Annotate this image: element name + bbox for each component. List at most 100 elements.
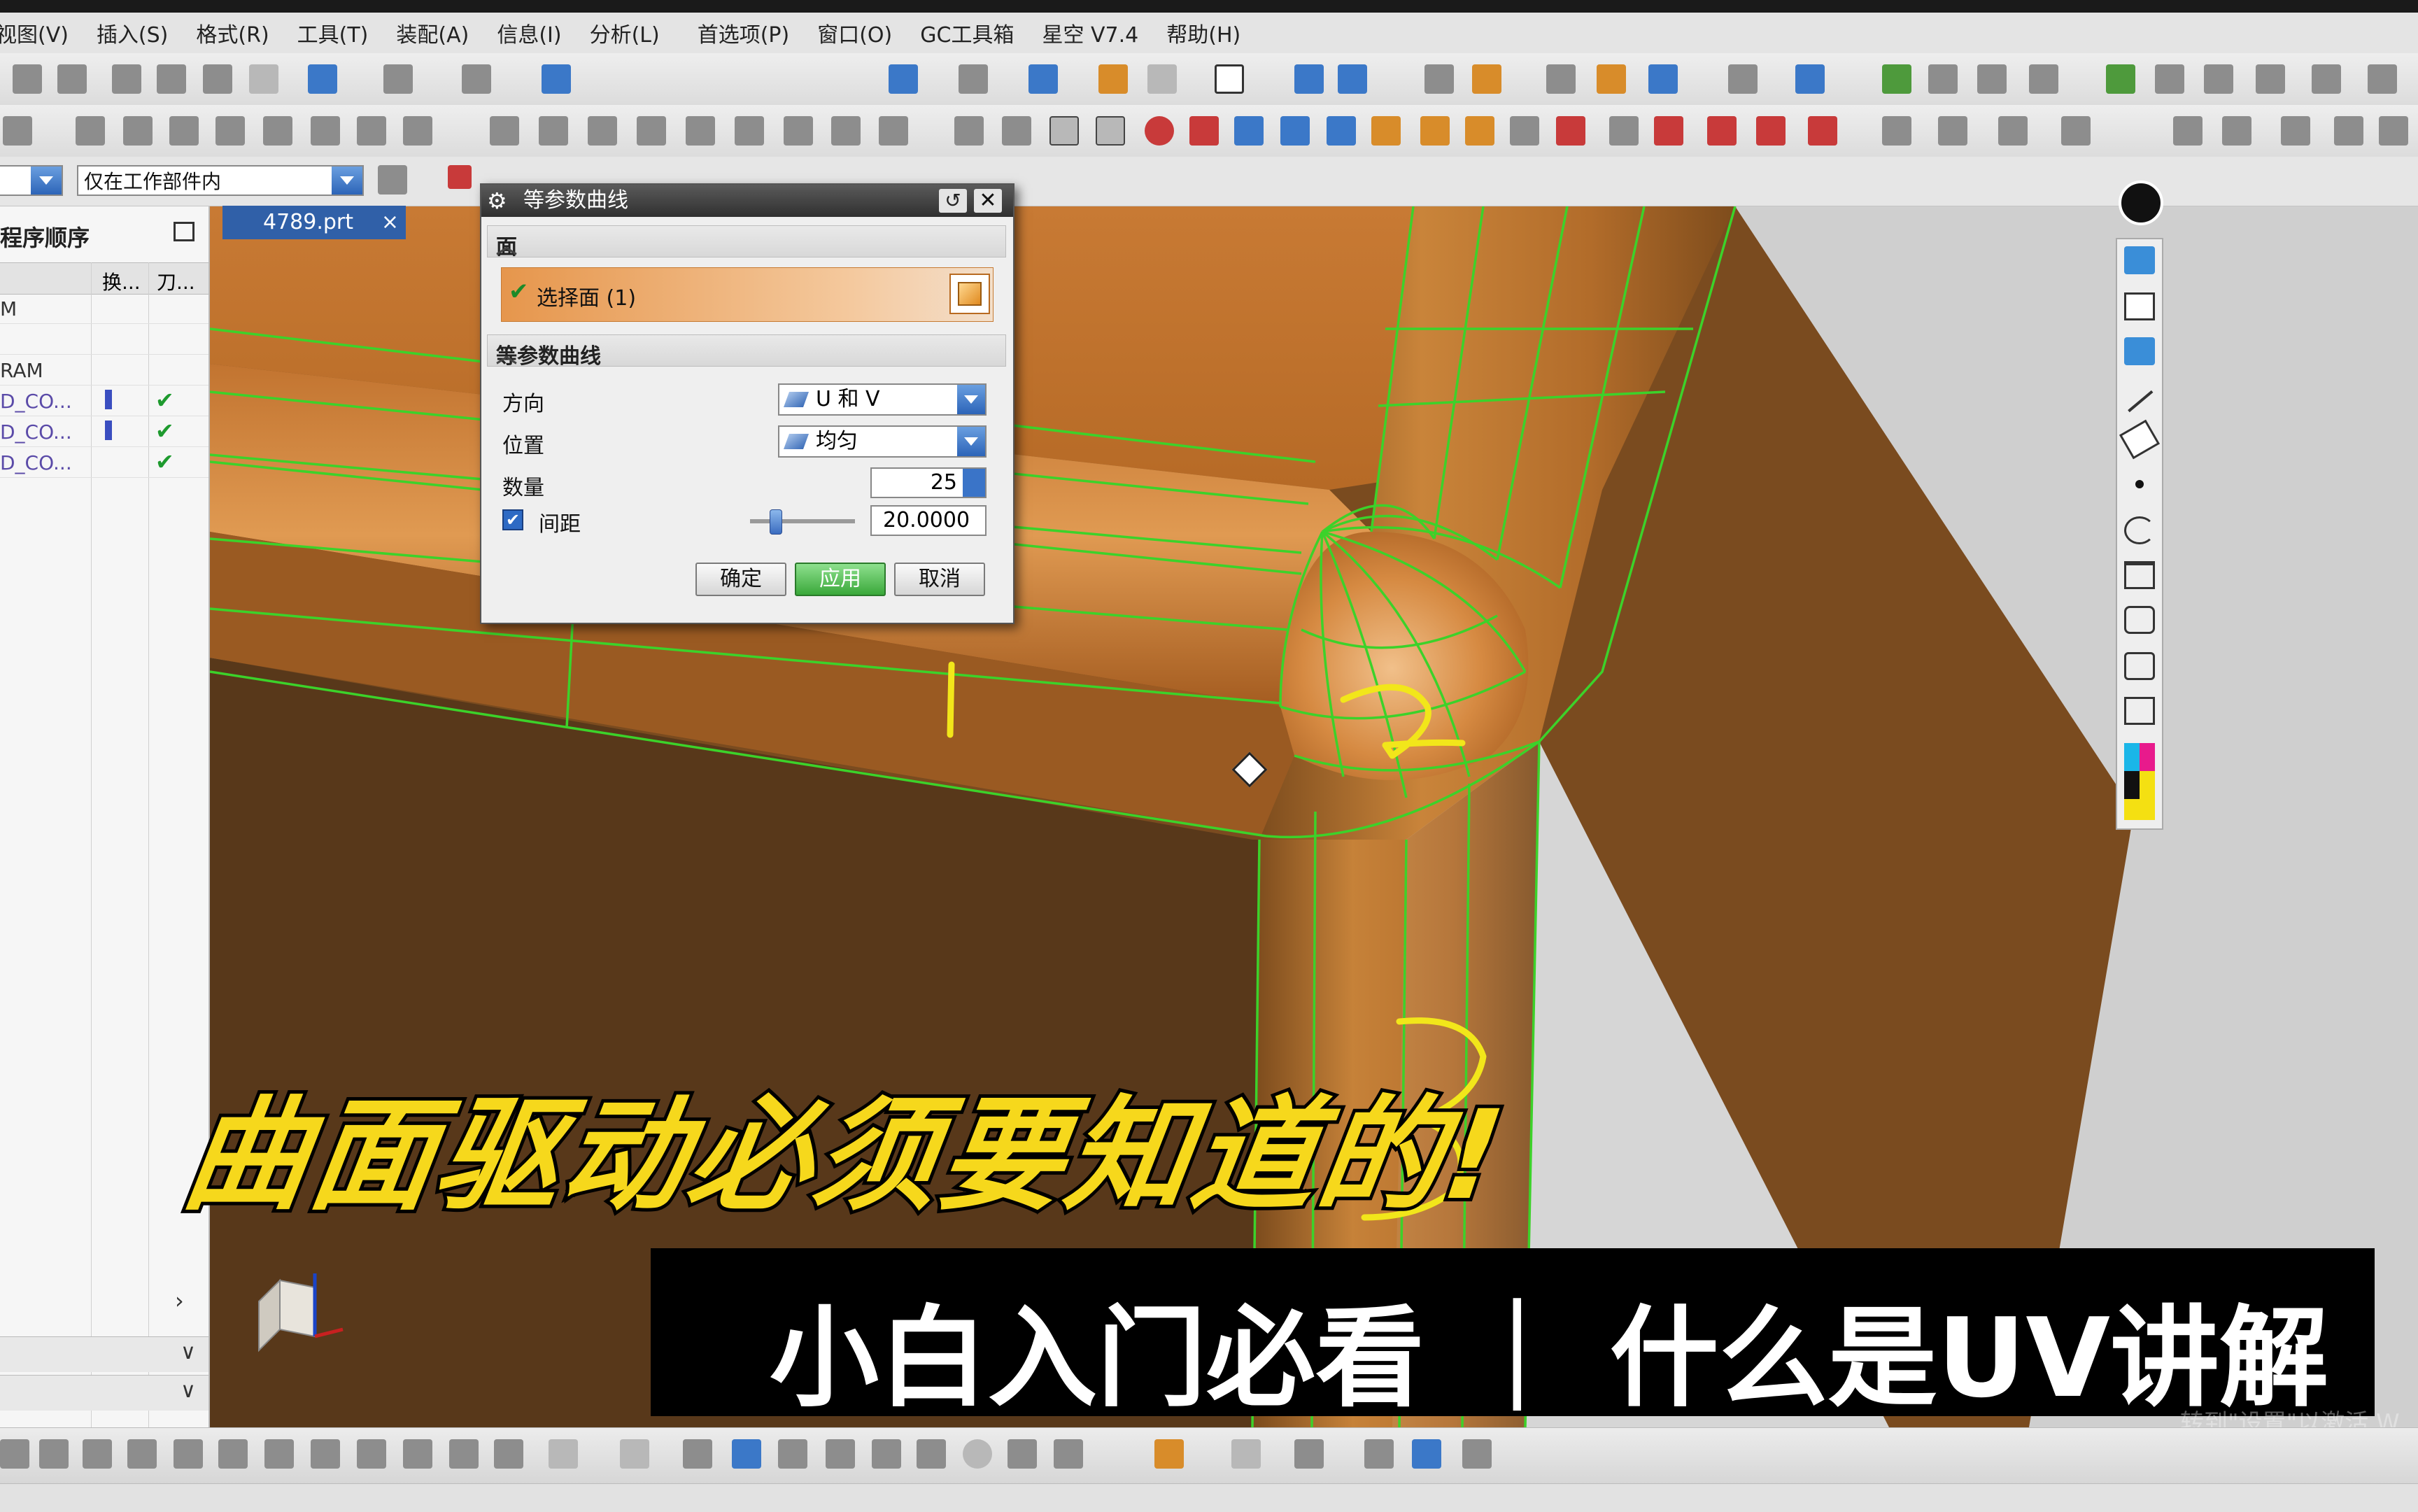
- pen-icon[interactable]: [2124, 337, 2155, 365]
- operation-icon[interactable]: [1928, 64, 1958, 94]
- chevron-right-icon[interactable]: ›: [175, 1287, 184, 1314]
- pocket-icon[interactable]: [263, 116, 292, 146]
- shop-doc-icon[interactable]: [2204, 64, 2233, 94]
- document-tab[interactable]: 4789.prt ×: [222, 206, 406, 239]
- text-icon[interactable]: [683, 1439, 712, 1469]
- cut-icon[interactable]: [112, 64, 141, 94]
- list-icon[interactable]: [2281, 116, 2310, 146]
- snap-icon[interactable]: [1728, 64, 1758, 94]
- column-tool-change[interactable]: 换...: [102, 267, 141, 295]
- fit-view-icon[interactable]: [889, 64, 918, 94]
- analysis-icon[interactable]: [1472, 64, 1501, 94]
- selection-icon[interactable]: [542, 64, 571, 94]
- eraser-icon[interactable]: [2119, 419, 2161, 460]
- menu-format[interactable]: 格式(R): [196, 17, 269, 48]
- save-as-icon[interactable]: [57, 64, 87, 94]
- close-icon[interactable]: ✕: [974, 189, 1002, 213]
- body-icon[interactable]: [127, 1439, 157, 1469]
- dot-icon[interactable]: [2135, 480, 2144, 488]
- extract-curve-icon[interactable]: [1420, 116, 1450, 146]
- gear-icon[interactable]: ⚙: [487, 185, 507, 217]
- menu-assembly[interactable]: 装配(A): [396, 17, 469, 48]
- curve-icon[interactable]: [449, 1439, 479, 1469]
- point-2-icon[interactable]: [494, 1439, 523, 1469]
- component-icon[interactable]: [264, 1439, 294, 1469]
- mill-4-icon[interactable]: [2061, 116, 2091, 146]
- tool-1-icon[interactable]: [0, 1439, 29, 1469]
- rectangle-icon[interactable]: [549, 1439, 578, 1469]
- simulate-icon[interactable]: [2368, 64, 2397, 94]
- shaded-cube-icon[interactable]: [1028, 64, 1058, 94]
- graph-icon[interactable]: [778, 1439, 807, 1469]
- menu-help[interactable]: 帮助(H): [1166, 17, 1240, 48]
- hook-icon[interactable]: [1008, 1439, 1037, 1469]
- dependencies-panel-toggle[interactable]: ∨: [0, 1375, 208, 1411]
- presentation-icon[interactable]: [2124, 606, 2155, 634]
- direction-select[interactable]: U 和 V: [778, 383, 987, 416]
- anchor-icon[interactable]: [39, 1439, 69, 1469]
- filter-reset-icon[interactable]: [378, 165, 407, 195]
- postprocess-icon[interactable]: [2155, 64, 2184, 94]
- save-icon[interactable]: [13, 64, 42, 94]
- tool-icon[interactable]: [2029, 64, 2058, 94]
- sew-icon[interactable]: [588, 116, 617, 146]
- program-icon[interactable]: [1977, 64, 2007, 94]
- tool-4-icon[interactable]: [1412, 1439, 1441, 1469]
- table-row[interactable]: D_CO... ✔: [0, 416, 208, 447]
- offset-icon[interactable]: [539, 116, 568, 146]
- datum-axis-icon[interactable]: [1002, 116, 1031, 146]
- spacing-slider-track[interactable]: [750, 519, 855, 523]
- line-icon[interactable]: [1556, 116, 1585, 146]
- table-icon[interactable]: [732, 1439, 761, 1469]
- trim-icon[interactable]: [490, 116, 519, 146]
- toolpath-icon[interactable]: [2312, 64, 2341, 94]
- edge-icon[interactable]: [403, 1439, 432, 1469]
- maximize-icon[interactable]: [174, 222, 195, 241]
- count-input[interactable]: 25: [870, 467, 987, 498]
- face-icon[interactable]: [83, 1439, 112, 1469]
- bridge-icon[interactable]: [1465, 116, 1494, 146]
- spacing-slider-thumb[interactable]: [770, 509, 782, 535]
- menu-insert[interactable]: 插入(S): [97, 17, 168, 48]
- project-curve-icon[interactable]: [1280, 116, 1310, 146]
- generate-icon[interactable]: [2334, 116, 2363, 146]
- grid-snap-icon[interactable]: [1096, 116, 1125, 146]
- hole-icon[interactable]: [169, 116, 199, 146]
- snap-point-icon[interactable]: [448, 165, 472, 189]
- verify-icon[interactable]: [2106, 64, 2135, 94]
- groove-icon[interactable]: [357, 116, 386, 146]
- position-select[interactable]: 均匀: [778, 425, 987, 458]
- spacing-input[interactable]: 20.0000: [870, 505, 987, 536]
- layer-icon[interactable]: [383, 64, 413, 94]
- intersect-curve-icon[interactable]: [1327, 116, 1356, 146]
- undo-icon[interactable]: [2124, 516, 2155, 544]
- edit-part-icon[interactable]: [1098, 64, 1128, 94]
- line-tool-icon[interactable]: [2126, 388, 2154, 413]
- details-panel-toggle[interactable]: ∨: [0, 1336, 208, 1372]
- measure-icon[interactable]: [1424, 64, 1454, 94]
- polygon-icon[interactable]: [620, 1439, 649, 1469]
- table-row[interactable]: D_CO... ✔: [0, 386, 208, 416]
- grid-2-icon[interactable]: [826, 1439, 855, 1469]
- tool-3-icon[interactable]: [1364, 1439, 1394, 1469]
- spinner-icon[interactable]: [963, 469, 985, 497]
- tool-5-icon[interactable]: [1462, 1439, 1492, 1469]
- sketch-icon[interactable]: [1597, 64, 1626, 94]
- check-geometry-icon[interactable]: [1882, 64, 1911, 94]
- move-icon[interactable]: [1648, 64, 1678, 94]
- edge-blend-icon[interactable]: [831, 116, 861, 146]
- type-filter-select[interactable]: [0, 165, 63, 196]
- datum-icon[interactable]: [954, 116, 984, 146]
- replay-icon[interactable]: [2222, 116, 2251, 146]
- cursor-icon[interactable]: [2124, 292, 2155, 320]
- chamfer-icon[interactable]: [784, 116, 813, 146]
- mill-2-icon[interactable]: [1938, 116, 1967, 146]
- table-row[interactable]: M: [0, 293, 208, 324]
- cancel-button[interactable]: 取消: [894, 563, 985, 596]
- solid-icon[interactable]: [311, 1439, 340, 1469]
- menu-window[interactable]: 窗口(O): [817, 17, 892, 48]
- frame-icon[interactable]: [872, 1439, 901, 1469]
- region-icon[interactable]: [357, 1439, 386, 1469]
- close-icon[interactable]: ×: [381, 206, 399, 239]
- output-icon[interactable]: [2256, 64, 2285, 94]
